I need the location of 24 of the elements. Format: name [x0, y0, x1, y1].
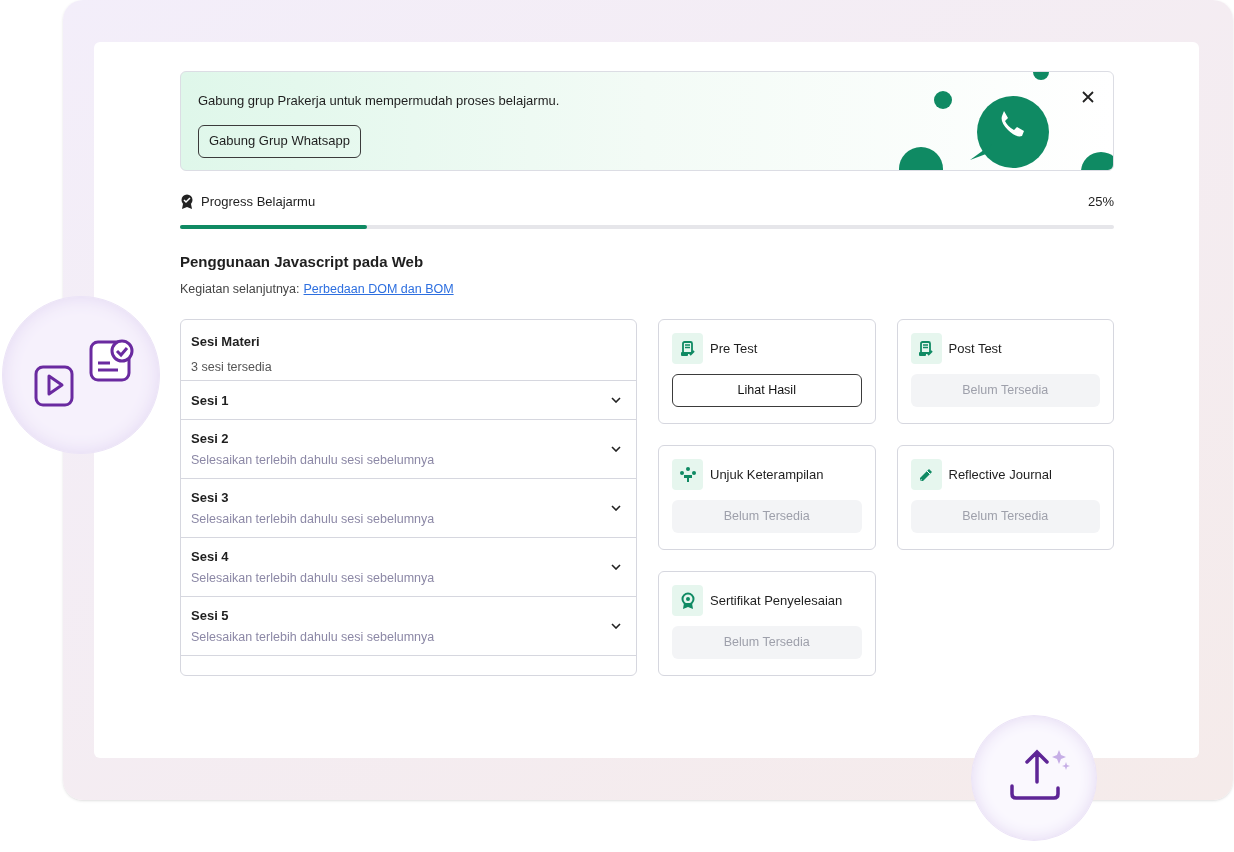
session-note: Selesaikan terlebih dahulu sesi sebelumnya	[191, 511, 435, 529]
session-note: Selesaikan terlebih dahulu sesi sebelumnya	[191, 570, 435, 588]
banner-message: Gabung grup Prakerja untuk mempermudah proses belajarmu.	[198, 92, 560, 110]
session-note: Selesaikan terlebih dahulu sesi sebelumnya	[191, 629, 435, 647]
activity-title: Sertifikat Penyelesaian	[710, 592, 843, 610]
session-list-title: Sesi Materi	[191, 333, 261, 352]
session-name: Sesi 5	[191, 606, 230, 625]
session-name: Sesi 2	[191, 429, 230, 448]
session-count: 3 sesi tersedia	[191, 358, 273, 376]
next-activity-label: Kegiatan selanjutnya:	[180, 280, 300, 298]
view-result-button[interactable]: Lihat Hasil	[672, 374, 862, 408]
progress-label: Progress Belajarmu	[201, 193, 316, 212]
next-activity-link[interactable]: Perbedaan DOM dan BOM	[303, 279, 454, 299]
session-name: Sesi 1	[191, 391, 229, 410]
activity-title: Pre Test	[710, 340, 758, 358]
course-title: Penggunaan Javascript pada Web	[180, 252, 425, 272]
activity-title: Post Test	[948, 340, 1002, 358]
progress-reading: 25%	[1087, 193, 1114, 212]
activity-title: Reflective Journal	[948, 466, 1052, 484]
join-group-button[interactable]: Gabung Grup Whatsapp	[198, 124, 361, 158]
session-note: Selesaikan terlebih dahulu sesi sebelumnya	[191, 452, 435, 470]
session-name: Sesi 4	[191, 547, 230, 566]
session-name: Sesi 3	[191, 488, 230, 507]
activity-title: Unjuk Keterampilan	[710, 466, 824, 484]
